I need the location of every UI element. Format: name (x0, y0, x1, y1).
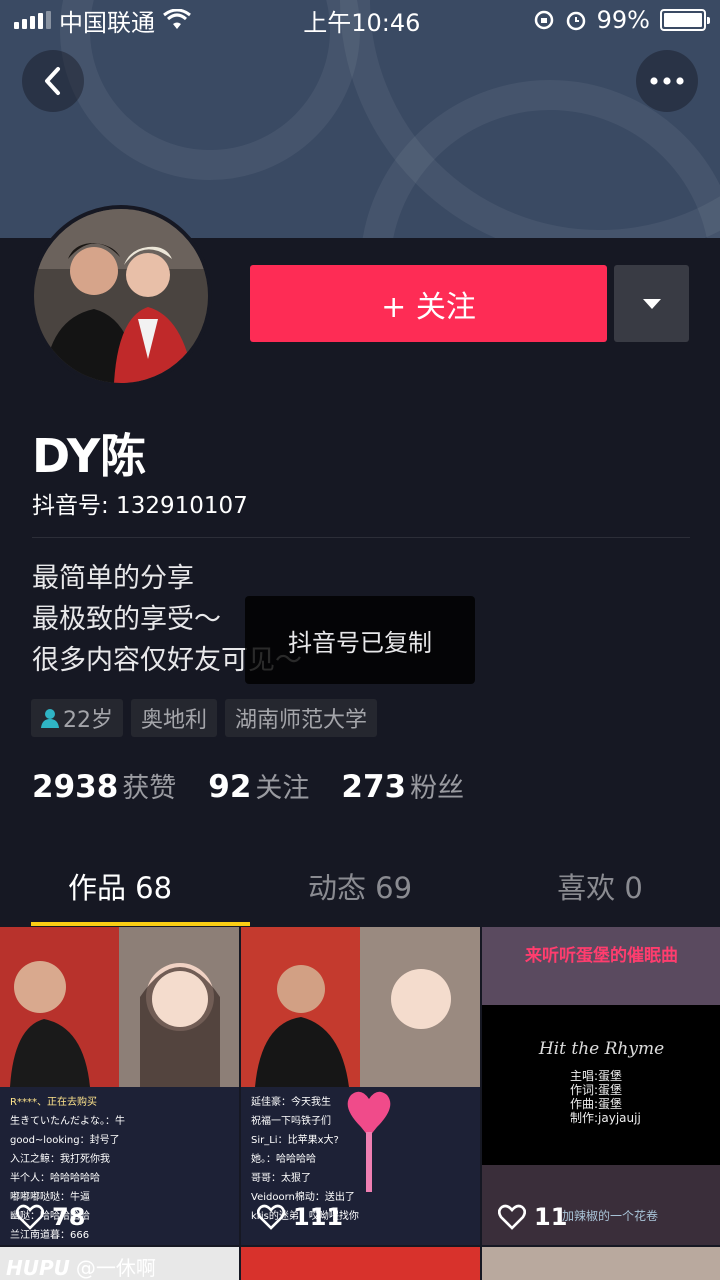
watermark: HUPU @一休啊 (6, 1256, 156, 1280)
battery-percent: 99% (596, 6, 650, 34)
douyin-id[interactable]: 抖音号: 132910107 (32, 486, 248, 520)
avatar[interactable] (30, 205, 212, 387)
stat-followers[interactable]: 273 粉丝 (341, 766, 464, 805)
copied-toast: 抖音号已复制 (245, 596, 475, 684)
recommend-dropdown-button[interactable] (614, 265, 689, 342)
more-options-button[interactable] (636, 50, 698, 112)
tag-age: 22岁 (31, 699, 123, 737)
profile-tags: 22岁 奥地利 湖南师范大学 (31, 699, 378, 737)
follow-button[interactable]: + 关注 (250, 265, 607, 342)
back-button[interactable] (22, 50, 84, 112)
tab-works[interactable]: 作品 68 (0, 860, 250, 926)
wifi-icon (163, 9, 191, 29)
battery-icon (659, 9, 710, 31)
profile-stats: 2938 获赞 92 关注 273 粉丝 (32, 766, 464, 805)
signal-icon (14, 11, 51, 29)
heart-icon (498, 1204, 526, 1230)
heart-icon (16, 1204, 44, 1230)
video-thumbnail[interactable]: 延佳豪：今天我生 祝福一下吗铁子们 Sir_Li：比苹果x大? 她。：哈哈哈哈 … (241, 927, 480, 1245)
tab-likes[interactable]: 喜欢 0 (480, 860, 720, 926)
chevron-left-icon (45, 67, 60, 95)
video-thumbnail[interactable] (482, 1247, 720, 1280)
tag-location: 奥地利 (131, 699, 218, 737)
person-icon (41, 709, 59, 728)
video-likes: 111 (257, 1203, 343, 1231)
heart-icon (257, 1204, 285, 1230)
video-grid: R****、正在去购买 生きていたんだよな。：牛 good~looking：封号… (0, 927, 720, 1280)
profile-tabs: 作品 68 动态 69 喜欢 0 (0, 860, 720, 926)
tag-school: 湖南师范大学 (225, 699, 378, 737)
alarm-icon (566, 11, 585, 31)
carrier-label: 中国联通 (59, 8, 155, 37)
video-thumbnail[interactable]: 来听听蛋堡的催眠曲 Hit the Rhyme 主唱:蛋堡 作词:蛋堡 作曲:蛋… (482, 927, 720, 1245)
clock: 上午10:46 (303, 8, 421, 37)
video-thumbnail[interactable] (241, 1247, 480, 1280)
stat-following[interactable]: 92 关注 (208, 766, 309, 805)
stat-likes: 2938 获赞 (32, 769, 177, 805)
tab-moments[interactable]: 动态 69 (240, 860, 480, 926)
caret-down-icon (642, 298, 661, 309)
more-dots-icon (650, 77, 684, 85)
bio-line: 最简单的分享 (32, 563, 194, 594)
status-bar: 中国联通 上午10:46 99% (0, 0, 720, 40)
video-likes: 78 (16, 1203, 85, 1231)
rotation-lock-icon (534, 10, 553, 30)
video-thumbnail[interactable]: R****、正在去购买 生きていたんだよな。：牛 good~looking：封号… (0, 927, 239, 1245)
divider (32, 537, 690, 538)
video-likes: 11 (498, 1203, 567, 1231)
profile-name: DY陈 (32, 429, 147, 483)
